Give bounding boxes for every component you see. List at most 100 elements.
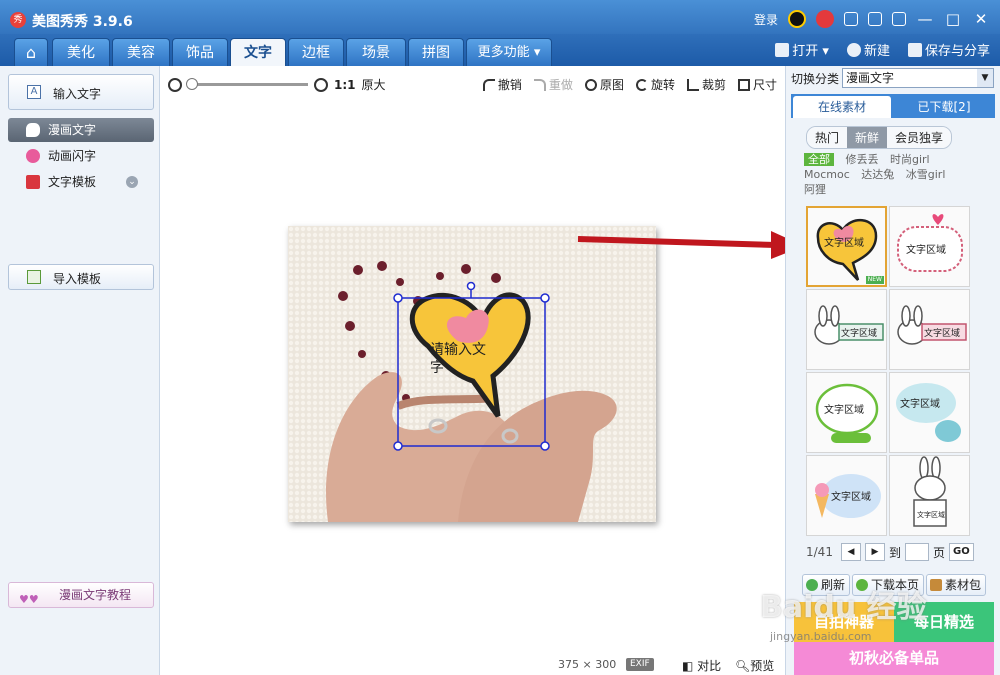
sticker-text: 文字区域 [824,403,864,416]
exif-button[interactable]: EXIF [626,658,654,671]
title-bar-controls: 登录 — □ ✕ [754,10,990,28]
tag-ali[interactable]: 阿狸 [804,183,826,196]
hand-heart-icon: ♥♥ [19,593,39,606]
sticker-item[interactable]: 文字区域 [889,289,970,370]
crop-button[interactable]: 裁剪 [686,76,726,93]
text-icon: A [27,85,41,99]
comic-text-tutorial-button[interactable]: ♥♥ 漫画文字教程 [8,582,154,608]
tab-scene[interactable]: 场景 [346,38,406,66]
sidebar-item-text-template[interactable]: 文字模板 ⌄ [8,170,154,194]
material-tabs: 在线素材 已下载[2] [791,94,995,118]
zoom-in-icon[interactable] [314,77,328,92]
dimension-separator: × [582,658,592,671]
plus-icon [846,43,861,57]
resize-icon [737,79,750,91]
photo-canvas[interactable]: 请输入文 字 [288,226,656,522]
compare-button[interactable]: ◧ 对比 [682,657,721,674]
tab-more[interactable]: 更多功能 ▾ [466,38,552,66]
login-link[interactable]: 登录 [754,11,778,28]
tab-collage[interactable]: 拼图 [408,38,464,66]
next-page-button[interactable]: ▶ [864,543,885,561]
sticker-item[interactable]: 文字区域 [889,206,970,287]
filter-new[interactable]: 新鲜 [847,127,888,148]
compare-label: 对比 [697,659,722,673]
tab-frame[interactable]: 边框 [288,38,344,66]
tag-ice-girl[interactable]: 冰雪girl [906,168,946,181]
original-image-button[interactable]: 原图 [584,76,624,93]
new-label: 新建 [863,44,890,59]
prev-page-button[interactable]: ◀ [840,543,861,561]
sticker-item[interactable]: 文字区域 [889,372,970,453]
sticker-text: 文字区域 [900,397,940,410]
close-button[interactable]: ✕ [972,10,990,28]
sticker-text: 文字区域 [824,236,864,249]
sticker-item[interactable]: 文字区域 [806,372,887,453]
sticker-item[interactable]: 文字区域 NEW [806,206,887,287]
skin-icon[interactable] [844,12,858,26]
undo-button[interactable]: 撤销 [482,76,522,93]
annotation-arrow [577,231,804,259]
dashed-cloud-sticker: 文字区域 [897,214,963,272]
zoom-slider[interactable] [186,78,308,90]
edit-tools: 撤销 重做 原图 旋转 裁剪 尺寸 [482,76,777,93]
zoom-out-icon[interactable] [168,77,182,92]
sidebar-item-animated-text[interactable]: 动画闪字 [8,144,154,168]
input-text-button[interactable]: A 输入文字 [8,74,154,110]
chevron-down-icon[interactable]: ⌄ [126,176,138,188]
tab-downloaded[interactable]: 已下载[2] [895,96,993,118]
canvas-area: 请输入文 字 [160,102,785,655]
rotate-button[interactable]: 旋转 [635,76,675,93]
import-template-button[interactable]: 导入模板 [8,264,154,290]
sticker-item[interactable]: 文字区域 [889,455,970,536]
tab-beautify[interactable]: 美化 [52,38,110,66]
qq-icon[interactable] [788,10,806,28]
crocodile-bubble-sticker: 文字区域 [815,383,879,443]
tag-all[interactable]: 全部 [804,153,834,166]
save-icon [907,43,922,57]
go-button[interactable]: GO [948,543,974,561]
category-label: 切换分类 [791,72,840,86]
original-size-button[interactable]: 原大 [362,76,386,93]
new-button[interactable]: 新建 [846,40,890,59]
filter-vip[interactable]: 会员独享 [887,127,952,148]
tag-fashion-girl[interactable]: 时尚girl [890,153,930,166]
material-tags: 全部 修丢丢 时尚girl Mocmoc 达达兔 冰雪girl 阿狸 [804,152,994,197]
page-input[interactable] [904,543,929,561]
sidebar-item-comic-text[interactable]: 漫画文字 [8,118,154,142]
tag-xiudiudiu[interactable]: 修丢丢 [846,153,879,166]
resize-button[interactable]: 尺寸 [737,76,777,93]
tab-online-materials[interactable]: 在线素材 [793,96,891,118]
image-height: 300 [595,658,617,671]
promo-banner-autumn[interactable]: 初秋必备单品 [794,642,994,675]
category-select[interactable]: 漫画文字 ▼ [842,68,994,88]
weibo-icon[interactable] [816,10,834,28]
sticker-item[interactable]: 文字区域 [806,455,887,536]
new-badge: NEW [865,276,884,284]
tab-text[interactable]: 文字 [230,38,286,66]
minimize-button[interactable]: — [916,10,934,28]
bubble-text-line1: 请输入文 [430,342,486,358]
save-share-button[interactable]: 保存与分享 [907,40,990,59]
tab-beauty[interactable]: 美容 [112,38,170,66]
zoom-slider-knob[interactable] [186,78,198,90]
import-template-label: 导入模板 [53,272,102,286]
material-pack-button[interactable]: 素材包 [926,574,987,596]
feedback-icon[interactable] [868,12,882,26]
maximize-button[interactable]: □ [944,10,962,28]
home-tab[interactable]: ⌂ [14,38,48,66]
filter-hot[interactable]: 热门 [807,127,848,148]
tag-dadatu[interactable]: 达达兔 [861,168,894,181]
redo-button[interactable]: 重做 [533,76,573,93]
open-button[interactable]: 打开 ▾ [775,40,829,59]
preview-button[interactable]: 🔍︎预览 [735,657,774,674]
speech-bubble-icon [26,123,40,137]
i-love-you-icon [26,175,40,189]
ratio-label[interactable]: 1:1 [334,78,356,92]
tag-mocmoc[interactable]: Mocmoc [804,168,850,181]
sticker-item[interactable]: 文字区域 [806,289,887,370]
settings-icon[interactable] [892,12,906,26]
circle-icon [584,79,597,91]
sticker-text: 文字区域 [917,510,945,519]
tab-accessories[interactable]: 饰品 [172,38,228,66]
app-logo-icon: 秀 [10,12,26,28]
